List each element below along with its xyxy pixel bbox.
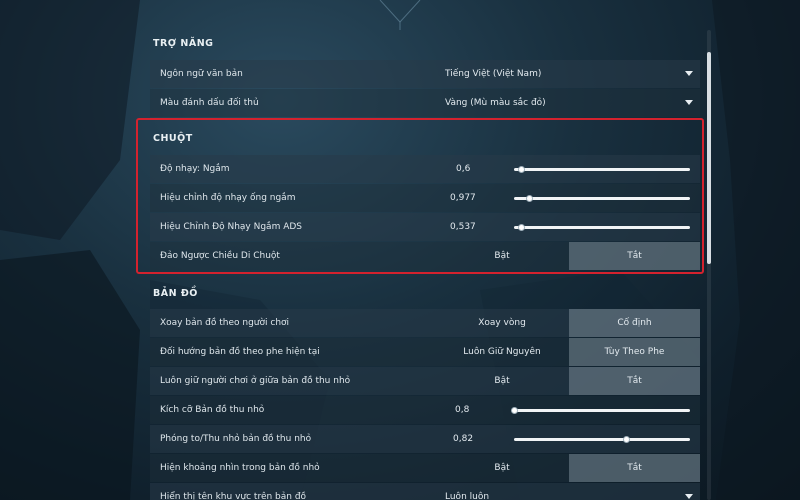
setting-row-map-orientation: Đối hướng bản đồ theo phe hiện tại Luôn … — [150, 338, 700, 366]
section-title-accessibility: TRỢ NĂNG — [153, 38, 214, 49]
keep-orientation-button[interactable]: Luôn Giữ Nguyên — [436, 338, 568, 366]
minimap-size-value: 0,8 — [455, 405, 470, 415]
setting-row-enemy-highlight-color[interactable]: Màu đánh dấu đối thủ Vàng (Mù màu sắc đỏ… — [150, 89, 700, 117]
minimap-zoom-value: 0,82 — [453, 434, 474, 444]
scope-sensitivity-slider[interactable] — [514, 194, 690, 202]
setting-label: Luôn giữ người chơi ở giữa bản đồ thu nh… — [160, 376, 351, 386]
ads-sensitivity-slider[interactable] — [514, 223, 690, 231]
setting-row-rotate-map: Xoay bản đồ theo người chơi Xoay vòng Cố… — [150, 309, 700, 337]
setting-label: Đối hướng bản đồ theo phe hiện tại — [160, 347, 320, 357]
scrollbar-thumb[interactable] — [707, 52, 711, 264]
by-side-button[interactable]: Tùy Theo Phe — [569, 338, 700, 366]
section-title-map: BẢN ĐỒ — [153, 288, 198, 299]
dropdown-value[interactable]: Vàng (Mù màu sắc đỏ) — [445, 89, 546, 117]
vision-off-button[interactable]: Tắt — [569, 454, 700, 482]
minimap-size-slider[interactable] — [510, 406, 690, 414]
chevron-down-icon[interactable] — [685, 71, 693, 76]
chevron-down-icon[interactable] — [685, 494, 693, 499]
setting-label: Đảo Ngược Chiều Di Chuột — [160, 251, 280, 261]
dropdown-value[interactable]: Luôn luôn — [445, 483, 489, 500]
setting-row-minimap-zoom: Phóng to/Thu nhỏ bản đồ thu nhỏ 0,82 — [150, 425, 700, 453]
setting-row-scope-sensitivity: Hiệu chỉnh độ nhạy ống ngắm 0,977 — [150, 184, 700, 212]
setting-label: Kích cỡ Bản đồ thu nhỏ — [160, 405, 265, 415]
invert-on-button[interactable]: Bật — [436, 242, 568, 270]
setting-label: Hiệu Chỉnh Độ Nhạy Ngắm ADS — [160, 222, 302, 232]
center-on-button[interactable]: Bật — [436, 367, 568, 395]
chevron-down-icon[interactable] — [685, 100, 693, 105]
center-off-button[interactable]: Tắt — [569, 367, 700, 395]
slider-knob[interactable] — [517, 223, 525, 231]
invert-off-button[interactable]: Tắt — [569, 242, 700, 270]
vision-on-button[interactable]: Bật — [436, 454, 568, 482]
setting-label: Độ nhạy: Ngắm — [160, 164, 230, 174]
minimap-zoom-slider[interactable] — [514, 435, 690, 443]
setting-label: Màu đánh dấu đối thủ — [160, 98, 259, 108]
scrollbar[interactable] — [707, 30, 711, 500]
setting-label: Phóng to/Thu nhỏ bản đồ thu nhỏ — [160, 434, 312, 444]
setting-label: Ngôn ngữ văn bản — [160, 69, 243, 79]
setting-row-minimap-vision: Hiện khoảng nhìn trong bản đồ nhỏ Bật Tắ… — [150, 454, 700, 482]
ads-sensitivity-value: 0,537 — [450, 222, 476, 232]
rotate-option-button[interactable]: Xoay vòng — [436, 309, 568, 337]
fixed-option-button[interactable]: Cố định — [569, 309, 700, 337]
setting-row-aim-sensitivity: Độ nhạy: Ngắm 0,6 — [150, 155, 700, 183]
slider-knob[interactable] — [623, 435, 631, 443]
slider-knob[interactable] — [510, 406, 518, 414]
setting-row-ads-sensitivity: Hiệu Chỉnh Độ Nhạy Ngắm ADS 0,537 — [150, 213, 700, 241]
setting-row-region-names[interactable]: Hiển thị tên khu vực trên bản đồ Luôn lu… — [150, 483, 700, 500]
setting-label: Hiện khoảng nhìn trong bản đồ nhỏ — [160, 463, 320, 473]
setting-label: Xoay bản đồ theo người chơi — [160, 318, 290, 328]
scope-sensitivity-value: 0,977 — [450, 193, 476, 203]
slider-knob[interactable] — [517, 165, 525, 173]
sensitivity-value: 0,6 — [456, 164, 471, 174]
dropdown-value[interactable]: Tiếng Việt (Việt Nam) — [445, 60, 541, 88]
setting-row-center-player: Luôn giữ người chơi ở giữa bản đồ thu nh… — [150, 367, 700, 395]
setting-label: Hiệu chỉnh độ nhạy ống ngắm — [160, 193, 296, 203]
setting-label: Hiển thị tên khu vực trên bản đồ — [160, 492, 307, 500]
setting-row-text-language[interactable]: Ngôn ngữ văn bản Tiếng Việt (Việt Nam) — [150, 60, 700, 88]
section-title-mouse: CHUỘT — [153, 133, 193, 144]
sensitivity-slider[interactable] — [514, 165, 690, 173]
setting-row-minimap-size: Kích cỡ Bản đồ thu nhỏ 0,8 — [150, 396, 700, 424]
slider-knob[interactable] — [526, 194, 534, 202]
setting-row-invert-mouse: Đảo Ngược Chiều Di Chuột Bật Tắt — [150, 242, 700, 270]
